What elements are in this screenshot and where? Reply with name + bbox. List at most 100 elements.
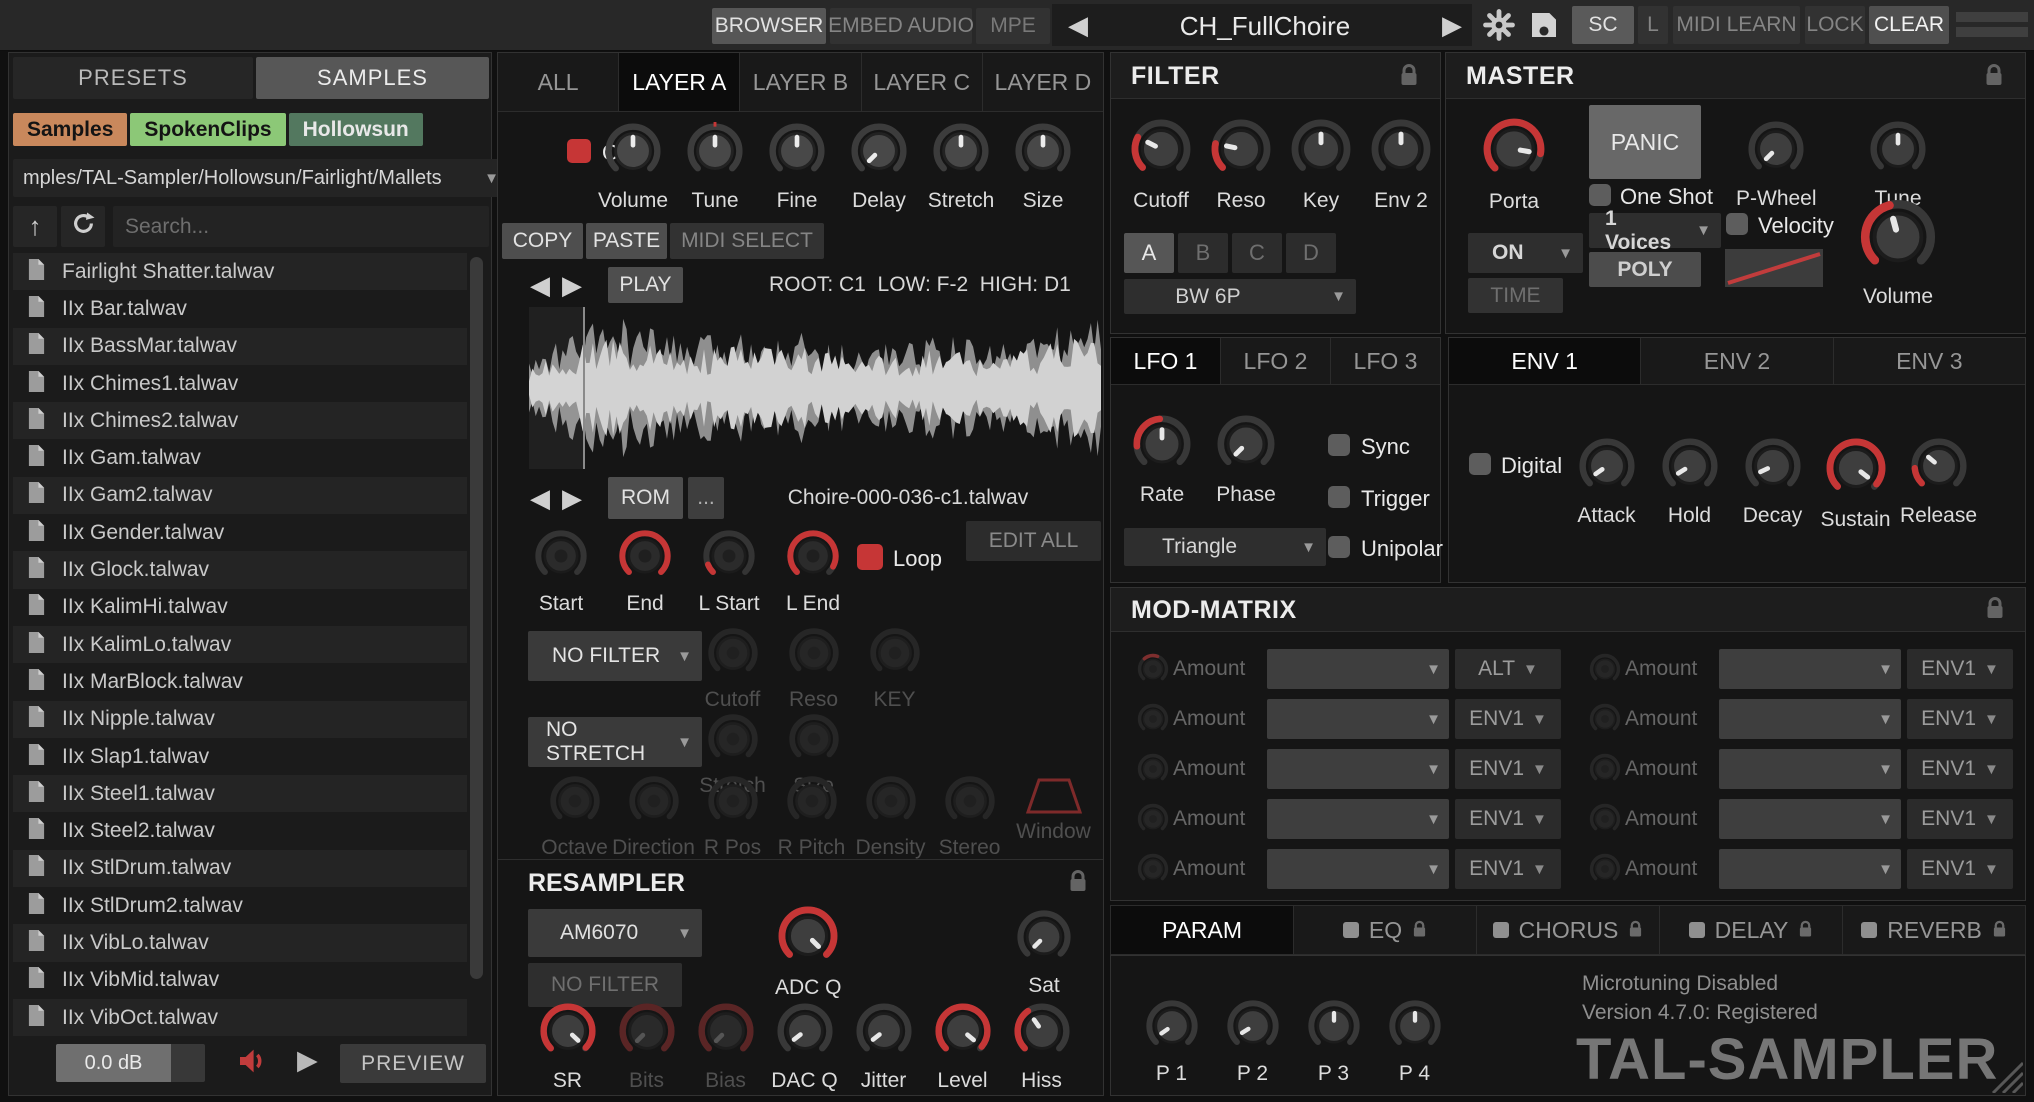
poly-button[interactable]: POLY bbox=[1589, 252, 1701, 287]
mod-source-dropdown[interactable]: ▼ bbox=[1719, 849, 1901, 889]
tune-knob[interactable] bbox=[1869, 120, 1927, 183]
mod-target-dropdown[interactable]: ENV1 ▼ bbox=[1907, 699, 2013, 739]
stretch-knob[interactable] bbox=[932, 122, 990, 185]
bias-knob[interactable] bbox=[697, 1002, 755, 1065]
direction-knob[interactable] bbox=[628, 775, 680, 832]
panic-button[interactable]: PANIC bbox=[1589, 105, 1701, 179]
stretch-knob[interactable] bbox=[707, 713, 759, 770]
next-preset-button[interactable]: ▶ bbox=[1434, 7, 1470, 43]
attack-knob[interactable] bbox=[1578, 437, 1636, 500]
next-sample-zone-button[interactable]: ▶ bbox=[557, 267, 587, 303]
mod-target-dropdown[interactable]: ENV1 ▼ bbox=[1455, 799, 1561, 839]
mod-target-dropdown[interactable]: ENV1 ▼ bbox=[1907, 649, 2013, 689]
edit-all-button[interactable]: EDIT ALL bbox=[966, 521, 1101, 561]
fx-enable-checkbox[interactable] bbox=[1492, 922, 1509, 938]
mod-source-dropdown[interactable]: ▼ bbox=[1719, 799, 1901, 839]
level-knob[interactable] bbox=[934, 1002, 992, 1065]
tab-param[interactable]: PARAM bbox=[1111, 906, 1294, 954]
tab-env-1[interactable]: ENV 1 bbox=[1449, 338, 1642, 384]
one-shot-checkbox[interactable] bbox=[1589, 184, 1611, 206]
lock-icon[interactable] bbox=[1984, 63, 2004, 92]
filter-layer-button-d[interactable]: D bbox=[1286, 233, 1336, 273]
list-item[interactable]: IIx KalimHi.talwav bbox=[13, 588, 467, 626]
tab-layer-a[interactable]: LAYER A bbox=[619, 53, 741, 111]
rom-button[interactable]: ROM bbox=[608, 477, 683, 519]
fx-enable-checkbox[interactable] bbox=[1861, 922, 1878, 938]
mod-amount-knob[interactable] bbox=[1137, 753, 1169, 790]
list-item[interactable]: IIx BassMar.talwav bbox=[13, 327, 467, 365]
tag-spokenclips[interactable]: SpokenClips bbox=[130, 113, 286, 146]
list-item[interactable]: Fairlight Shatter.talwav bbox=[13, 253, 467, 291]
lock-icon[interactable] bbox=[1399, 63, 1419, 92]
window-shape-icon[interactable] bbox=[1025, 777, 1083, 820]
hold-knob[interactable] bbox=[1661, 437, 1719, 500]
list-item[interactable]: IIx VibLo.talwav bbox=[13, 924, 467, 962]
copy-button[interactable]: COPY bbox=[502, 223, 583, 259]
lock-icon[interactable] bbox=[1068, 869, 1088, 898]
list-item[interactable]: IIx Steel1.talwav bbox=[13, 775, 467, 813]
list-item[interactable]: IIx Nipple.talwav bbox=[13, 700, 467, 738]
mod-amount-knob[interactable] bbox=[1137, 703, 1169, 740]
tab-eq[interactable]: EQ bbox=[1294, 906, 1477, 954]
mod-source-dropdown[interactable]: ▼ bbox=[1267, 849, 1449, 889]
lock-icon[interactable] bbox=[1628, 917, 1643, 944]
list-item[interactable]: IIx Steel2.talwav bbox=[13, 812, 467, 850]
layer-on-checkbox[interactable] bbox=[567, 139, 591, 163]
resize-corner-handle[interactable] bbox=[1989, 1059, 2025, 1098]
refresh-button[interactable] bbox=[61, 206, 105, 247]
sample-path-dropdown[interactable]: mples/TAL-Sampler/Hollowsun/Fairlight/Ma… bbox=[13, 159, 509, 197]
mpe-button[interactable]: MPE bbox=[976, 8, 1050, 44]
list-item[interactable]: IIx Gender.talwav bbox=[13, 514, 467, 552]
tag-samples[interactable]: Samples bbox=[13, 113, 128, 146]
mod-amount-knob[interactable] bbox=[1137, 653, 1169, 690]
list-item[interactable]: IIx Chimes2.talwav bbox=[13, 402, 467, 440]
bits-knob[interactable] bbox=[618, 1002, 676, 1065]
velocity-checkbox[interactable] bbox=[1726, 213, 1748, 235]
mod-target-dropdown[interactable]: ENV1 ▼ bbox=[1907, 799, 2013, 839]
mod-target-dropdown[interactable]: ENV1 ▼ bbox=[1455, 849, 1561, 889]
rate-knob[interactable] bbox=[1132, 414, 1192, 479]
tab-lfo-2[interactable]: LFO 2 bbox=[1221, 338, 1331, 384]
tab-env-3[interactable]: ENV 3 bbox=[1833, 338, 2025, 384]
octave-knob[interactable] bbox=[549, 775, 601, 832]
filter-layer-button-b[interactable]: B bbox=[1178, 233, 1228, 273]
list-item[interactable]: IIx StlDrum.talwav bbox=[13, 849, 467, 888]
l-end-knob[interactable] bbox=[786, 529, 840, 588]
tab-layer-c[interactable]: LAYER C bbox=[861, 53, 983, 111]
sample-more-button[interactable]: ... bbox=[688, 477, 724, 519]
key-knob[interactable] bbox=[869, 627, 921, 684]
list-item[interactable]: IIx VibMid.talwav bbox=[13, 961, 467, 999]
filter-type-dropdown[interactable]: BW 6P ▼ bbox=[1124, 279, 1356, 314]
layer-filter-dropdown[interactable]: NO FILTER ▼ bbox=[528, 631, 702, 681]
lfo-waveform-dropdown[interactable]: Triangle ▼ bbox=[1124, 528, 1326, 566]
clear-button[interactable]: CLEAR bbox=[1869, 6, 1949, 44]
prev-sample-zone-button[interactable]: ◀ bbox=[525, 267, 555, 303]
fx-enable-checkbox[interactable] bbox=[1342, 922, 1359, 938]
dac-q-knob[interactable] bbox=[776, 1002, 834, 1065]
lock-icon[interactable] bbox=[1992, 917, 2007, 944]
browser-button[interactable]: BROWSER bbox=[712, 8, 826, 44]
mod-amount-knob[interactable] bbox=[1589, 653, 1621, 690]
mod-source-dropdown[interactable]: ▼ bbox=[1267, 799, 1449, 839]
velocity-curve-display[interactable] bbox=[1725, 249, 1823, 287]
env-digital-checkbox[interactable] bbox=[1469, 453, 1491, 475]
mod-source-dropdown[interactable]: ▼ bbox=[1267, 749, 1449, 789]
tab-lfo-3[interactable]: LFO 3 bbox=[1331, 338, 1440, 384]
speaker-icon[interactable] bbox=[236, 1045, 268, 1082]
tab-samples[interactable]: SAMPLES bbox=[256, 57, 489, 99]
tab-reverb[interactable]: REVERB bbox=[1843, 906, 2025, 954]
release-knob[interactable] bbox=[1910, 437, 1968, 500]
mod-amount-knob[interactable] bbox=[1137, 803, 1169, 840]
tune-knob[interactable] bbox=[686, 122, 744, 185]
cutoff-knob[interactable] bbox=[707, 627, 759, 684]
tab-all[interactable]: ALL bbox=[498, 53, 620, 111]
volume-knob[interactable] bbox=[604, 122, 662, 185]
paste-button[interactable]: PASTE bbox=[586, 223, 667, 259]
lock-icon[interactable] bbox=[1798, 917, 1813, 944]
hiss-knob[interactable] bbox=[1013, 1002, 1071, 1065]
lfo-trigger-checkbox[interactable] bbox=[1328, 486, 1350, 508]
list-item[interactable]: IIx Gam.talwav bbox=[13, 439, 467, 477]
mod-amount-knob[interactable] bbox=[1589, 703, 1621, 740]
mod-source-dropdown[interactable]: ▼ bbox=[1267, 649, 1449, 689]
play-button[interactable]: PLAY bbox=[608, 267, 683, 303]
